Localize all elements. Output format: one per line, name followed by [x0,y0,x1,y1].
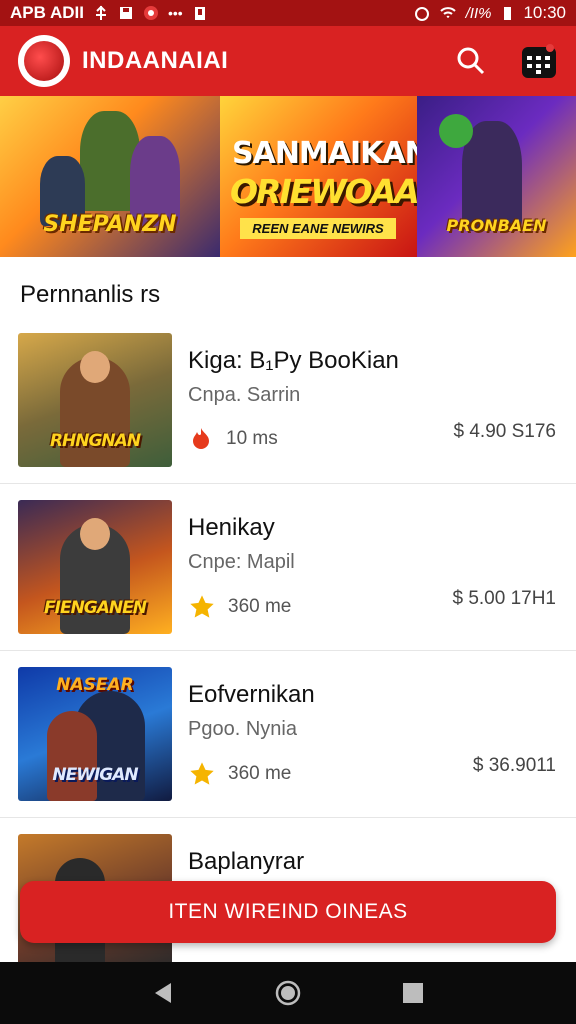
item-price: $ 4.90 S176 [453,421,556,442]
thumbnail-title: NEWIGAN [52,765,138,785]
banner-orb [439,114,473,148]
primary-action-button[interactable]: ITEN WIREIND OINEAS [20,881,556,943]
alarm-icon [414,7,429,21]
item-meta-text: 360 me [228,763,292,784]
more-dots-icon: ••• [168,5,183,21]
item-name: Baplanyrar [188,848,305,875]
promo-banner[interactable]: SHEPANZN SANMAIKAN ORIEWOAAS REEN EANE N… [0,96,576,257]
thumbnail-title: RHNGNAN [49,431,141,451]
wifi-icon [439,7,456,18]
item-price: $ 5.00 17H1 [452,588,556,609]
item-thumbnail: RHNGNAN [18,333,172,467]
fire-icon [193,428,209,449]
item-meta-text: 10 ms [226,428,278,449]
star-icon [190,762,214,785]
record-icon [144,6,158,20]
item-thumbnail: FIENGANEN [18,500,172,634]
thumbnail-hero-head [80,518,110,550]
app-bar: INDAANAIAI [0,26,576,96]
battery-percent: /II% [465,4,492,22]
banner-3-title: PRONBAEN [446,216,547,235]
home-button[interactable] [268,973,308,1013]
recents-icon [403,983,424,1003]
banner-2-headline: SANMAIKAN [232,136,417,171]
banner-2-tagline: REEN EANE NEWIRS [240,218,396,239]
thumbnail-hero-head [80,351,110,383]
status-left-text: APB ADII [10,3,84,22]
item-subtitle: Cnpa. Sarrin [188,384,301,406]
item-subtitle: Cnpe: Mapil [188,551,295,573]
system-nav-bar [0,962,576,1024]
calendar-icon[interactable] [520,42,558,80]
item-price: $ 36.9011 [472,755,556,776]
clipboard-icon [194,7,205,20]
item-name: Eofvernikan [188,681,315,708]
item-name: Henikay [188,514,275,541]
banner-1-title: SHEPANZN [43,212,177,237]
list-item[interactable]: NASEAR NEWIGAN Eofvernikan Pgoo. Nynia 3… [0,651,576,818]
back-icon [154,983,171,1003]
item-name: Kiga: B₁Py BooKian [188,347,399,374]
section-title: Pernnanlis rs [20,281,161,308]
battery-icon [504,7,512,20]
thumbnail-top-title: NASEAR [56,675,134,695]
app-title: INDAANAIAI [82,47,229,74]
thumbnail-hero [46,711,97,801]
home-icon [275,980,301,1006]
star-icon [190,595,214,618]
search-icon[interactable] [456,46,486,76]
item-meta-text: 360 me [228,596,292,617]
save-icon [120,7,132,19]
item-meta: 360 me [188,593,291,621]
recents-button[interactable] [393,973,433,1013]
list-item[interactable]: RHNGNAN Kiga: B₁Py BooKian Cnpa. Sarrin … [0,317,576,484]
status-bar: APB ADII ••• /II% 10:30 [0,0,576,26]
banner-panel-2[interactable]: SANMAIKAN ORIEWOAAS REEN EANE NEWIRS [220,96,417,257]
banner-2-subheadline: ORIEWOAAS [230,172,417,211]
status-time: 10:30 [523,3,566,22]
back-button[interactable] [143,973,183,1013]
item-subtitle: Pgoo. Nynia [188,718,297,740]
banner-panel-1[interactable]: SHEPANZN [0,96,220,257]
usb-icon [96,5,106,20]
item-meta: 10 ms [188,426,278,452]
banner-panel-3[interactable]: PRONBAEN [417,96,576,257]
logo-mark [24,41,64,81]
app-logo[interactable] [18,35,70,87]
item-thumbnail: NASEAR NEWIGAN [18,667,172,801]
list-item[interactable]: FIENGANEN Henikay Cnpe: Mapil 360 me $ 5… [0,484,576,651]
item-meta: 360 me [188,760,291,788]
thumbnail-title: FIENGANEN [44,598,147,618]
